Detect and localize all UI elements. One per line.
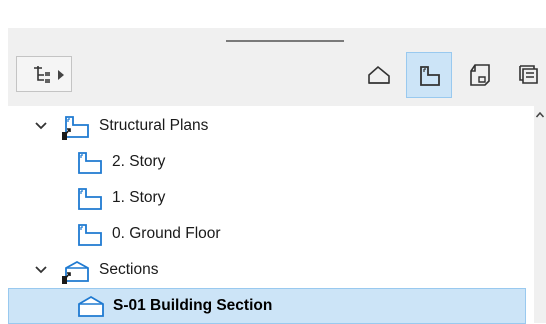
floor-plan-icon xyxy=(78,152,102,174)
tree-item-label: 2. Story xyxy=(112,153,166,170)
navigator-tree: Structural Plans 2. Story 1. Story 0. Gr… xyxy=(8,106,534,324)
scroll-up-arrow-icon[interactable] xyxy=(536,112,544,118)
tree-item-label: 0. Ground Floor xyxy=(112,225,221,242)
tree-item-s01-building-section[interactable]: S-01 Building Section xyxy=(8,288,526,324)
tree-scrollbar[interactable] xyxy=(534,106,546,323)
navigator-panel: Structural Plans 2. Story 1. Story 0. Gr… xyxy=(8,28,546,324)
tree-item-ground-floor[interactable]: 0. Ground Floor xyxy=(8,216,526,252)
tree-item-1-story[interactable]: 1. Story xyxy=(8,180,526,216)
tree-item-label: 1. Story xyxy=(112,189,166,206)
floor-plan-icon xyxy=(78,188,102,210)
caret-right-icon xyxy=(58,70,64,80)
publisher-sets-icon xyxy=(519,65,538,84)
window-top-strip xyxy=(0,0,546,28)
house-outline-icon xyxy=(368,65,390,84)
tree-item-label: Sections xyxy=(99,261,159,278)
publisher-sets-tab-button[interactable] xyxy=(506,52,546,98)
section-folder-icon xyxy=(62,260,89,284)
floor-plan-icon xyxy=(420,66,440,86)
tree-item-2-story[interactable]: 2. Story xyxy=(8,144,526,180)
floor-plan-folder-icon xyxy=(62,116,89,140)
layout-book-tab-button[interactable] xyxy=(456,52,502,98)
view-map-tab-button[interactable] xyxy=(406,52,452,98)
tree-item-label: S-01 Building Section xyxy=(113,297,273,314)
tree-item-label: Structural Plans xyxy=(99,117,209,134)
panel-drag-grip[interactable] xyxy=(226,40,344,42)
navigator-menu-button[interactable] xyxy=(16,56,72,92)
floor-plan-icon xyxy=(78,224,102,246)
section-icon xyxy=(78,295,104,317)
tree-folder-sections[interactable]: Sections xyxy=(8,252,526,288)
chevron-down-icon[interactable] xyxy=(35,122,47,130)
project-map-icon xyxy=(34,66,50,83)
chevron-down-icon[interactable] xyxy=(35,266,47,274)
layout-book-icon xyxy=(470,64,490,86)
project-map-tab-button[interactable] xyxy=(356,52,402,98)
tree-folder-structural-plans[interactable]: Structural Plans xyxy=(8,108,526,144)
